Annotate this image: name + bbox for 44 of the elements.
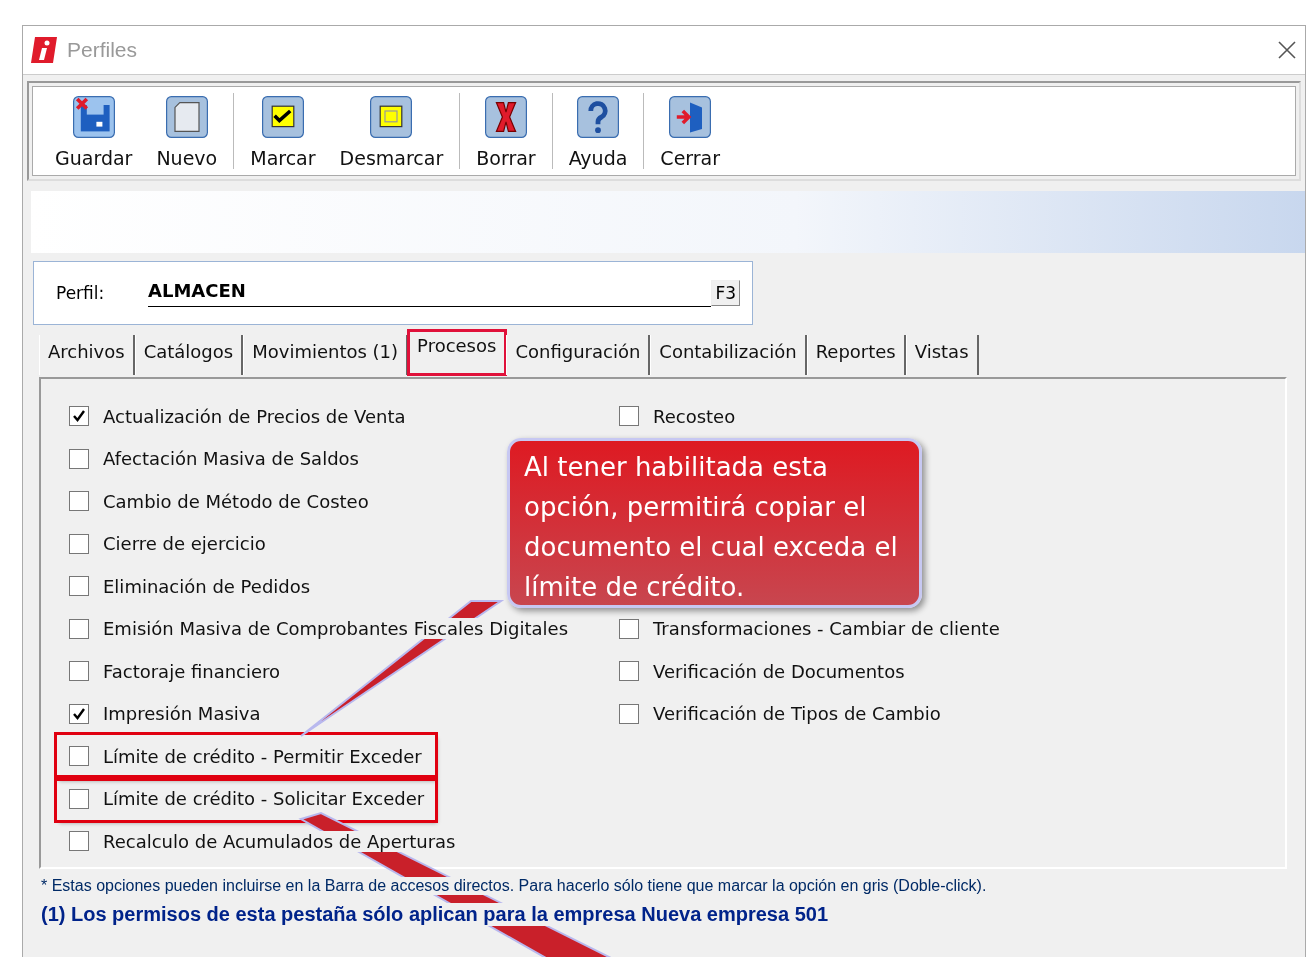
toolbar-button[interactable]: Ayuda <box>556 87 640 175</box>
toolbar-button[interactable]: Nuevo <box>144 87 230 175</box>
profile-field[interactable]: ALMACEN <box>148 279 712 307</box>
close-icon[interactable] <box>1277 40 1297 60</box>
checkbox[interactable] <box>69 618 89 639</box>
checkbox[interactable] <box>619 703 639 724</box>
checkbox[interactable] <box>69 746 89 767</box>
permissions-note: (1) Los permisos de esta pestaña sólo aplican para la empresa Nueva empresa 501 <box>41 903 829 926</box>
app-logo-icon <box>29 35 59 65</box>
tab[interactable]: Archivos <box>39 335 135 375</box>
checkbox[interactable] <box>619 618 639 639</box>
checkbox[interactable] <box>69 576 89 597</box>
tab[interactable]: Catálogos <box>134 335 244 375</box>
lookup-button[interactable]: F3 <box>711 280 740 306</box>
checkbox[interactable] <box>69 448 89 469</box>
callout-bubble: Al tener habilitada esta opción, permitirá copiar el documento el cual exceda el límite de crédito. <box>507 437 922 608</box>
tab[interactable]: Vistas <box>905 335 979 375</box>
toolbar-button[interactable]: Cerrar <box>648 87 733 175</box>
checkbox[interactable] <box>69 661 89 682</box>
checkbox[interactable] <box>69 831 89 852</box>
checkbox[interactable] <box>69 703 89 724</box>
help-icon <box>574 93 622 141</box>
window-title: Perfiles <box>67 38 139 62</box>
checkbox[interactable] <box>619 661 639 682</box>
option-label: Cierre de ejercicio <box>103 533 266 555</box>
tab[interactable]: Contabilización <box>650 335 807 375</box>
profile-label: Perfil: <box>56 283 106 303</box>
option-label: Emisión Masiva de Comprobantes Fiscales Digitales <box>103 618 568 640</box>
checkbox[interactable] <box>69 533 89 554</box>
toolbar-button[interactable]: Borrar <box>464 87 548 175</box>
tab[interactable]: Reportes <box>806 335 906 375</box>
checkbox[interactable] <box>69 788 89 809</box>
footer-note: * Estas opciones pueden incluirse en la Barra de accesos directos. Para hacerlo sólo tiene que marcar la opción en gris (Doble-click). <box>41 877 987 895</box>
option-label: Verificación de Tipos de Cambio <box>653 703 941 725</box>
toolbar-button[interactable]: Guardar <box>43 87 145 175</box>
toolbar-button[interactable]: Marcar <box>238 87 328 175</box>
toolbar-button[interactable]: Desmarcar <box>327 87 456 175</box>
checkbox[interactable] <box>69 406 89 427</box>
tab[interactable]: Configuración <box>506 335 651 375</box>
tab[interactable]: Procesos <box>408 330 507 375</box>
checkbox[interactable] <box>69 491 89 512</box>
checkbox[interactable] <box>619 406 639 427</box>
option-label: Recalculo de Acumulados de Aperturas <box>103 830 456 852</box>
option-label: Impresión Masiva <box>103 703 261 725</box>
